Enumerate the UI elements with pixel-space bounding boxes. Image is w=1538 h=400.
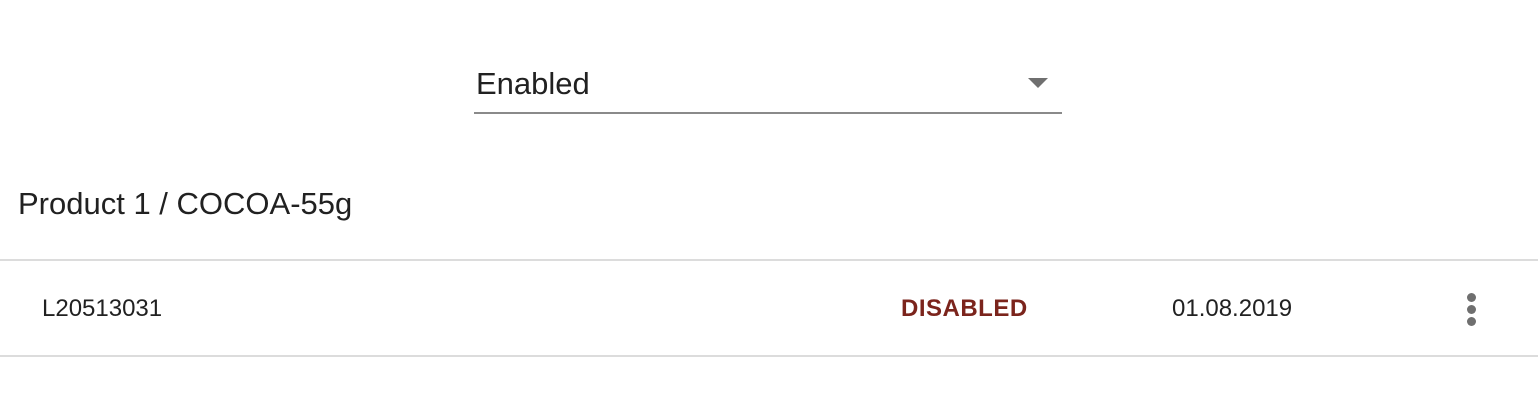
table-row[interactable]: L20513031 DISABLED 01.08.2019 [0, 261, 1538, 356]
more-dot [1467, 317, 1476, 326]
lot-code: L20513031 [42, 295, 163, 322]
divider-bottom [0, 355, 1538, 357]
row-date: 01.08.2019 [1172, 295, 1293, 322]
product-title: Product 1 / COCOA-55g [18, 186, 353, 221]
status-filter-select[interactable]: Enabled [474, 56, 1062, 114]
more-dot [1467, 293, 1476, 302]
status-filter-value: Enabled [476, 66, 590, 101]
more-dot [1467, 305, 1476, 314]
more-vert-icon[interactable] [1452, 287, 1492, 331]
page: Enabled Product 1 / COCOA-55g L20513031 … [0, 0, 1538, 400]
status-badge: DISABLED [901, 295, 1028, 322]
dropdown-arrow-icon[interactable] [1028, 78, 1048, 88]
